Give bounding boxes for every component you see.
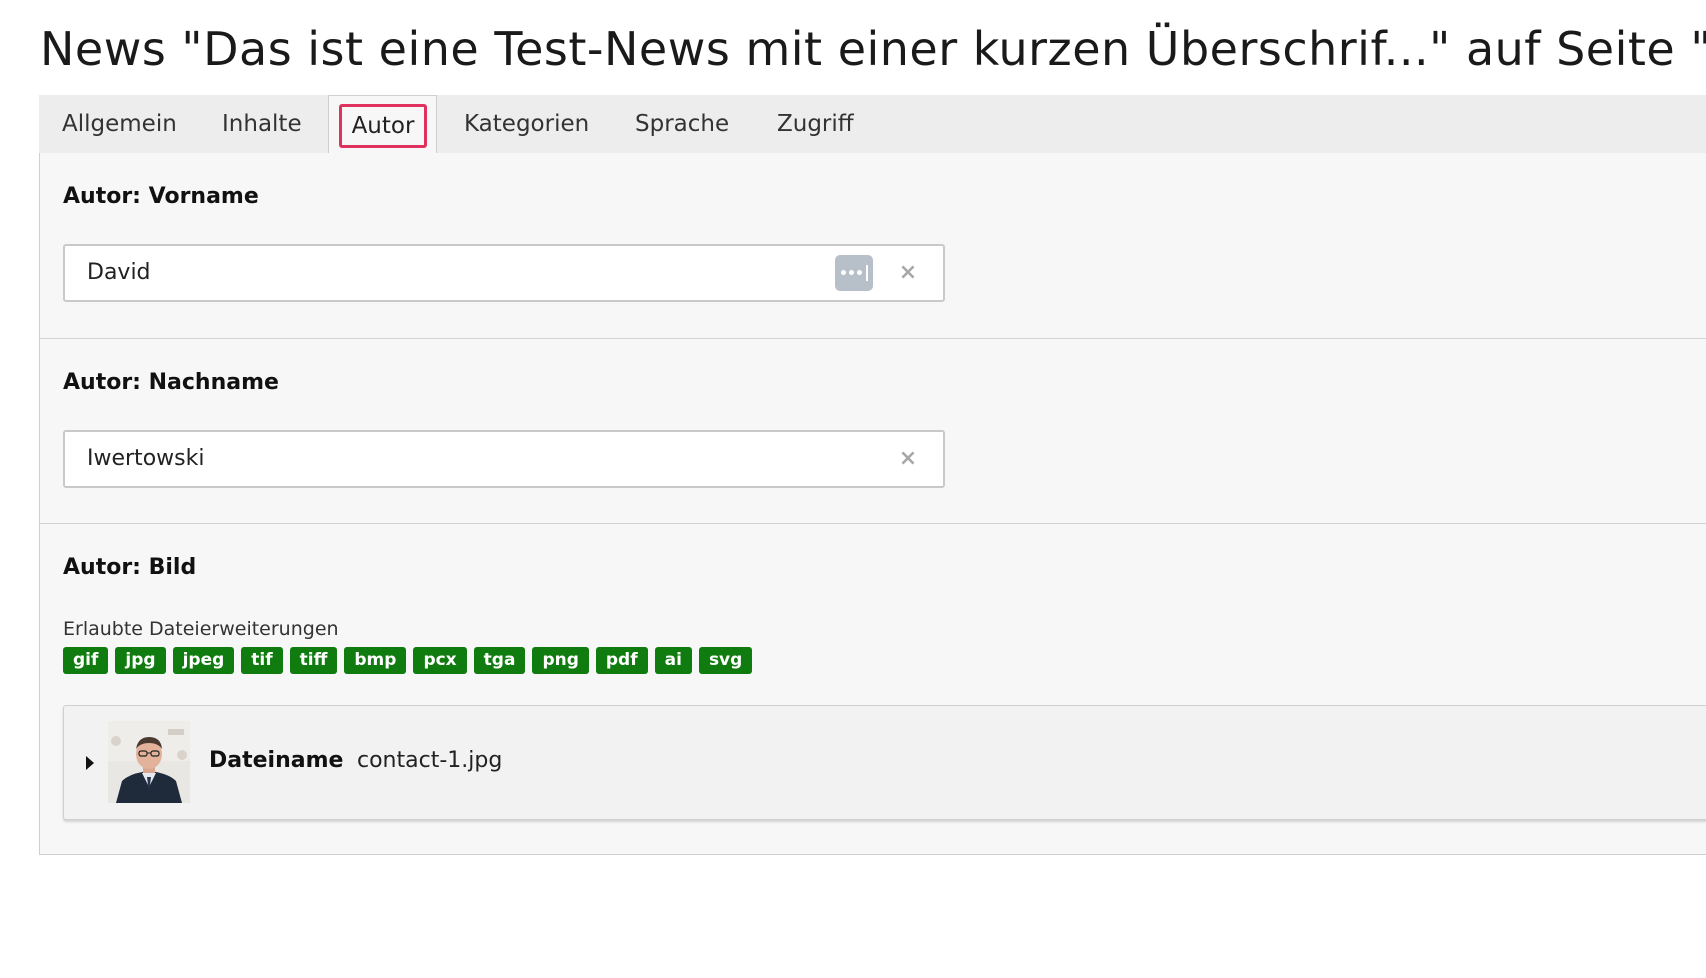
tab-inhalte[interactable]: Inhalte	[199, 95, 325, 153]
firstname-input[interactable]: David ×	[63, 244, 945, 302]
tab-label: Sprache	[635, 111, 730, 137]
extension-badge: jpeg	[172, 647, 235, 674]
field-section-firstname: Autor: Vorname David ×	[40, 153, 1706, 338]
field-label-firstname: Autor: Vorname	[63, 184, 259, 209]
file-name-value: contact-1.jpg	[357, 748, 503, 773]
extension-badge: pcx	[413, 647, 467, 674]
extension-badge: tiff	[289, 647, 338, 674]
firstname-value: David	[87, 260, 151, 285]
field-section-image: Autor: Bild Erlaubte Dateierweiterungen …	[40, 523, 1706, 854]
tab-label: Kategorien	[464, 111, 590, 137]
tab-kategorien[interactable]: Kategorien	[441, 95, 612, 153]
extension-badge: svg	[698, 647, 753, 674]
lastname-value: Iwertowski	[87, 446, 205, 471]
file-reference[interactable]: Dateiname contact-1.jpg	[63, 705, 1706, 820]
record-edit-form: Allgemein Inhalte Autor Kategorien Sprac…	[39, 95, 1706, 855]
extension-badge: tif	[241, 647, 283, 674]
extension-badge: jpg	[115, 647, 166, 674]
extension-badge: gif	[63, 647, 109, 674]
file-name-label: Dateiname	[209, 748, 344, 773]
person-photo-icon	[108, 721, 190, 803]
expand-caret-icon[interactable]	[86, 756, 94, 770]
lastname-input[interactable]: Iwertowski ×	[63, 430, 945, 488]
page-title: News "Das ist eine Test-News mit einer k…	[40, 22, 1706, 76]
password-manager-icon[interactable]	[835, 255, 873, 291]
clear-icon[interactable]: ×	[893, 258, 923, 288]
field-label-lastname: Autor: Nachname	[63, 370, 279, 395]
tab-autor[interactable]: Autor	[328, 95, 437, 154]
tab-zugriff[interactable]: Zugriff	[754, 95, 877, 153]
field-section-lastname: Autor: Nachname Iwertowski ×	[40, 338, 1706, 524]
tab-panel-autor: Autor: Vorname David × Autor: Nachname I…	[39, 153, 1706, 855]
extension-badge: tga	[473, 647, 526, 674]
file-thumbnail[interactable]	[108, 721, 190, 803]
tab-sprache[interactable]: Sprache	[612, 95, 752, 153]
extension-badge: ai	[654, 647, 692, 674]
tab-bar: Allgemein Inhalte Autor Kategorien Sprac…	[39, 95, 1706, 154]
field-label-image: Autor: Bild	[63, 555, 197, 580]
allowed-extensions-list: gif jpg jpeg tif tiff bmp pcx tga png pd…	[63, 647, 753, 674]
tab-label: Allgemein	[62, 111, 177, 137]
clear-icon[interactable]: ×	[893, 444, 923, 474]
extension-badge: png	[532, 647, 589, 674]
extension-badge: bmp	[344, 647, 407, 674]
tab-label: Autor	[339, 104, 427, 148]
tab-allgemein[interactable]: Allgemein	[39, 95, 200, 153]
tab-label: Zugriff	[777, 111, 854, 137]
tab-label: Inhalte	[222, 111, 302, 137]
extension-badge: pdf	[595, 647, 648, 674]
allowed-extensions-caption: Erlaubte Dateierweiterungen	[63, 618, 339, 640]
